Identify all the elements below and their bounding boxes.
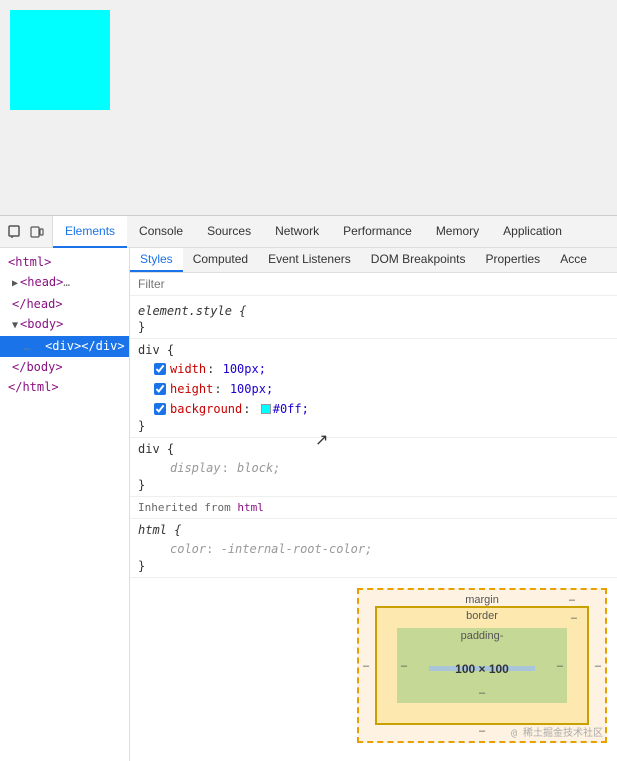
inspect-icon[interactable] [6, 223, 24, 241]
box-model-padding: padding- 100 × 100 – – – [397, 628, 567, 703]
cyan-box [10, 10, 110, 110]
dom-html-close[interactable]: </html> [0, 377, 129, 397]
style-prop-display: display: block; [138, 458, 609, 478]
style-prop-background: background: #0ff; [138, 399, 609, 419]
box-model-container: margin – border – padding- 100 × [130, 588, 617, 753]
dom-div[interactable]: … <div></div> [0, 336, 129, 357]
tab-elements[interactable]: Elements [53, 216, 127, 248]
dom-head-close[interactable]: </head> [0, 294, 129, 314]
tab-memory[interactable]: Memory [424, 216, 491, 248]
subtab-acce[interactable]: Acce [550, 248, 597, 272]
tab-sources[interactable]: Sources [195, 216, 263, 248]
filter-input[interactable] [138, 277, 609, 291]
style-rule-div: div { width: 100px; height: 100px; backg… [130, 339, 617, 438]
styles-content: element.style { } div { width: 100px; [130, 296, 617, 761]
style-selector-div2: div { [138, 442, 609, 456]
style-brace-div2: } [138, 478, 609, 492]
style-brace-html: } [138, 559, 609, 573]
subtab-styles[interactable]: Styles [130, 248, 183, 272]
subtab-dom-breakpoints[interactable]: DOM Breakpoints [361, 248, 476, 272]
tab-network[interactable]: Network [263, 216, 331, 248]
device-icon[interactable] [28, 223, 46, 241]
style-prop-width: width: 100px; [138, 359, 609, 379]
styles-panel: Styles Computed Event Listeners DOM Brea… [130, 248, 617, 761]
dom-body-close[interactable]: </body> [0, 357, 129, 377]
subtab-event-listeners[interactable]: Event Listeners [258, 248, 361, 272]
tab-console[interactable]: Console [127, 216, 195, 248]
style-selector-div: div { [138, 343, 609, 357]
dom-html[interactable]: <html> [0, 252, 129, 272]
style-rule-html: html { color: -internal-root-color; } [130, 519, 617, 578]
style-checkbox-height[interactable] [154, 383, 166, 395]
filter-bar [130, 273, 617, 296]
tab-application[interactable]: Application [491, 216, 574, 248]
style-rule-div-display: div { display: block; } [130, 438, 617, 497]
devtools-tabs: Elements Console Sources Network Perform… [53, 216, 617, 248]
devtools-body: <html> ▶<head>… </head> ▼<body> … <div><… [0, 248, 617, 761]
box-model-size: 100 × 100 [455, 662, 509, 676]
dom-head[interactable]: ▶<head>… [0, 272, 129, 294]
style-checkbox-width[interactable] [154, 363, 166, 375]
box-model-padding-label: padding- [461, 630, 504, 642]
style-brace-div: } [138, 419, 609, 433]
devtools-toolbar: Elements Console Sources Network Perform… [0, 216, 617, 248]
box-model: margin – border – padding- 100 × [357, 588, 607, 743]
subtab-properties[interactable]: Properties [475, 248, 550, 272]
subtab-computed[interactable]: Computed [183, 248, 258, 272]
style-checkbox-background[interactable] [154, 403, 166, 415]
box-model-content: 100 × 100 [429, 666, 535, 671]
style-prop-height: height: 100px; [138, 379, 609, 399]
inherited-from-label: Inherited from html [130, 497, 617, 519]
dom-tree-panel: <html> ▶<head>… </head> ▼<body> … <div><… [0, 248, 130, 761]
style-brace-element: } [138, 320, 609, 334]
preview-area [0, 0, 617, 215]
dom-body[interactable]: ▼<body> [0, 314, 129, 336]
box-model-border: border – padding- 100 × 100 – – [375, 606, 589, 725]
devtools-panel: Elements Console Sources Network Perform… [0, 215, 617, 761]
style-selector-html: html { [138, 523, 609, 537]
tab-performance[interactable]: Performance [331, 216, 424, 248]
box-model-border-label: border [466, 610, 498, 622]
toolbar-icons [0, 216, 53, 247]
watermark: @ 稀土掘金技术社区 [511, 724, 603, 739]
style-selector-element: element.style { [138, 304, 609, 318]
color-swatch[interactable] [261, 404, 271, 414]
style-prop-color: color: -internal-root-color; [138, 539, 609, 559]
style-rule-element: element.style { } [130, 300, 617, 339]
subtabs: Styles Computed Event Listeners DOM Brea… [130, 248, 617, 273]
box-model-margin-label: margin [465, 594, 499, 606]
